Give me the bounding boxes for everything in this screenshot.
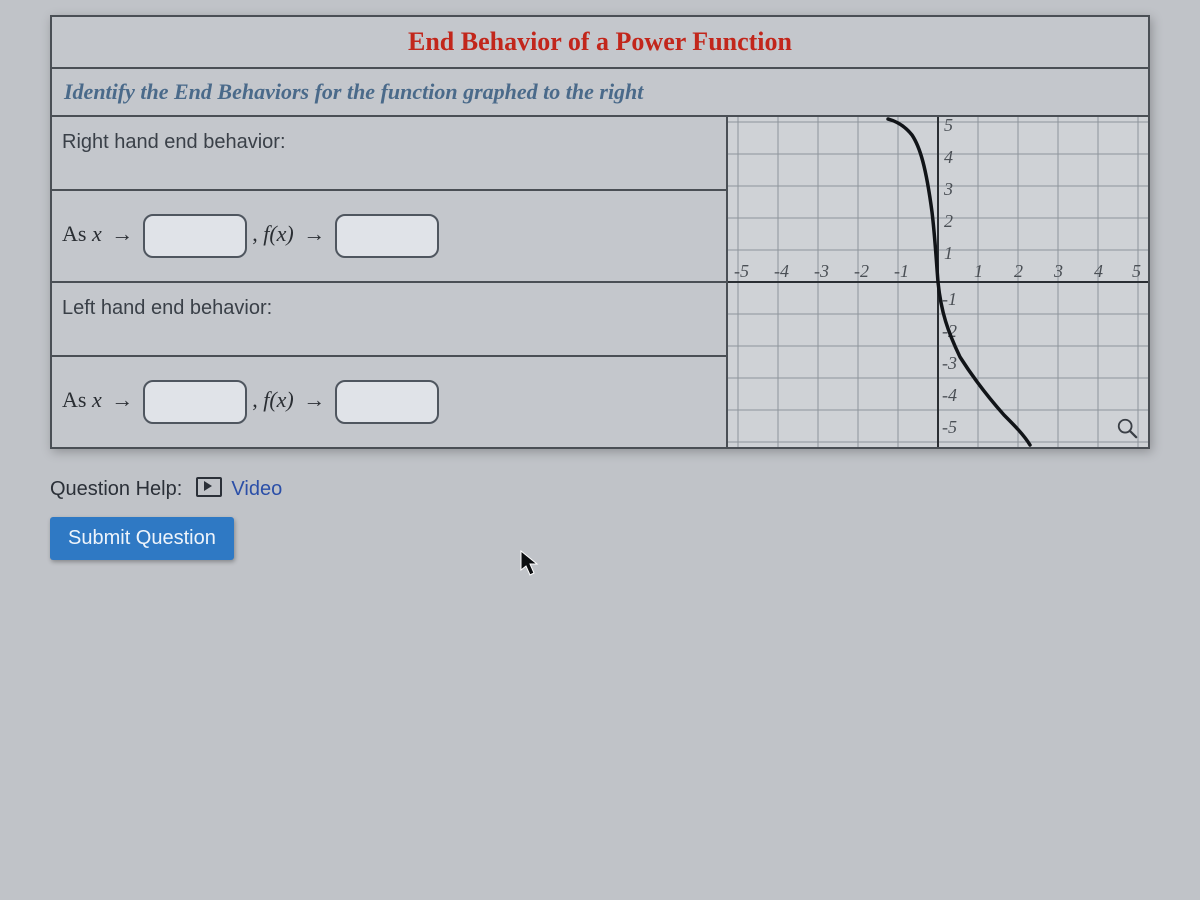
svg-text:4: 4 <box>944 147 953 167</box>
question-table: End Behavior of a Power Function Identif… <box>50 15 1150 449</box>
svg-text:-5: -5 <box>734 261 749 281</box>
svg-text:-2: -2 <box>854 261 869 281</box>
as-label: As <box>62 387 86 412</box>
svg-text:-5: -5 <box>942 417 957 437</box>
svg-text:1: 1 <box>974 261 983 281</box>
left-fx-limit-input[interactable] <box>335 380 439 424</box>
x-var: x <box>92 221 102 246</box>
arrow-icon: → <box>299 221 329 246</box>
comma: , <box>252 387 258 412</box>
as-label: As <box>62 221 86 246</box>
fx-label: f(x) <box>263 387 294 412</box>
right-fx-limit-input[interactable] <box>335 214 439 258</box>
svg-text:1: 1 <box>944 243 953 263</box>
right-behavior-inputs: As x → , f(x) → <box>51 190 727 282</box>
question-help-label: Question Help: <box>50 478 182 500</box>
comma: , <box>252 221 258 246</box>
question-instruction: Identify the End Behaviors for the funct… <box>51 68 1149 116</box>
right-x-limit-input[interactable] <box>143 214 247 258</box>
question-help: Question Help: Video <box>50 477 1200 501</box>
svg-text:-1: -1 <box>894 261 909 281</box>
x-var: x <box>92 387 102 412</box>
left-behavior-label: Left hand end behavior: <box>51 282 727 356</box>
right-behavior-label: Right hand end behavior: <box>51 116 727 190</box>
svg-text:-3: -3 <box>814 261 829 281</box>
svg-text:4: 4 <box>1094 261 1103 281</box>
video-icon[interactable] <box>196 477 222 497</box>
video-link[interactable]: Video <box>231 478 282 500</box>
question-title: End Behavior of a Power Function <box>51 16 1149 68</box>
fx-label: f(x) <box>263 221 294 246</box>
svg-text:-4: -4 <box>942 385 957 405</box>
cursor-icon <box>520 550 540 576</box>
arrow-icon: → <box>107 387 137 412</box>
svg-text:3: 3 <box>1053 261 1063 281</box>
svg-text:3: 3 <box>943 179 953 199</box>
svg-text:2: 2 <box>944 211 953 231</box>
graph-svg: -5-4 -3-2 -1 12 34 5 54 32 1 -1-2 -3-4 -… <box>728 117 1148 447</box>
graph-cell: -5-4 -3-2 -1 12 34 5 54 32 1 -1-2 -3-4 -… <box>727 116 1149 448</box>
svg-text:5: 5 <box>944 117 953 135</box>
svg-text:-4: -4 <box>774 261 789 281</box>
svg-text:2: 2 <box>1014 261 1023 281</box>
svg-text:-1: -1 <box>942 289 957 309</box>
arrow-icon: → <box>107 221 137 246</box>
left-behavior-inputs: As x → , f(x) → <box>51 356 727 448</box>
arrow-icon: → <box>299 387 329 412</box>
zoom-icon[interactable] <box>1116 417 1138 439</box>
submit-button[interactable]: Submit Question <box>50 517 234 560</box>
svg-text:-3: -3 <box>942 353 957 373</box>
left-x-limit-input[interactable] <box>143 380 247 424</box>
svg-text:5: 5 <box>1132 261 1141 281</box>
